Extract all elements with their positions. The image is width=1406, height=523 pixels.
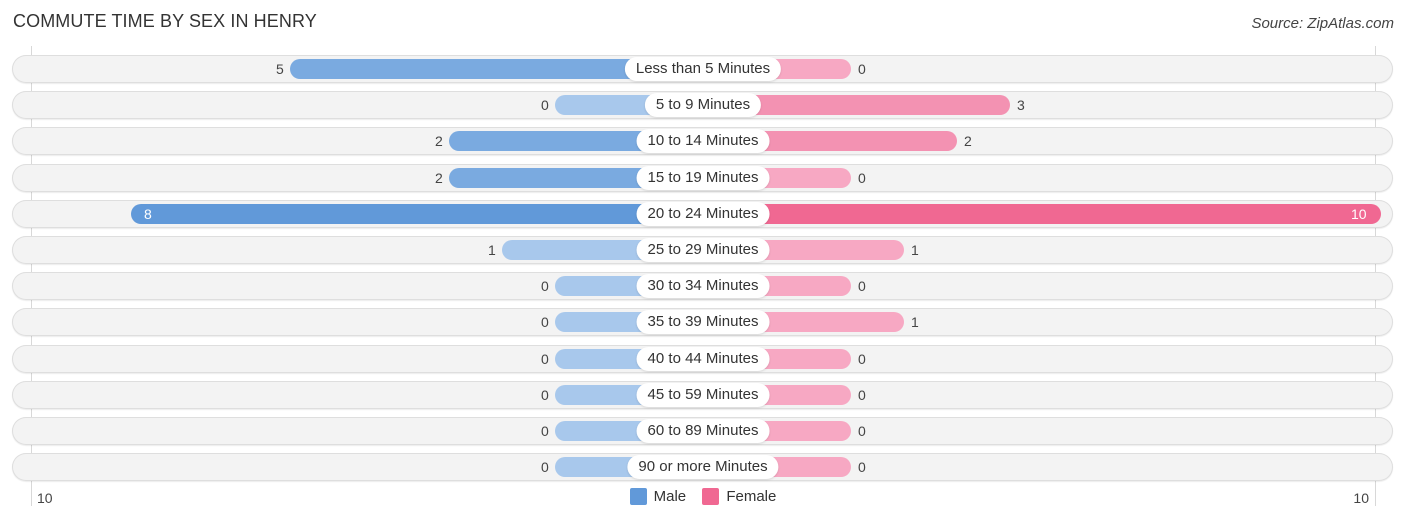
value-label-male: 0 bbox=[541, 423, 549, 439]
value-label-female: 1 bbox=[911, 242, 919, 258]
value-label-male: 2 bbox=[435, 169, 443, 186]
value-label-male: 0 bbox=[541, 386, 549, 403]
category-label: 30 to 34 Minutes bbox=[636, 274, 770, 299]
category-label: 15 to 19 Minutes bbox=[636, 165, 770, 190]
value-label-female: 1 bbox=[911, 314, 919, 331]
chart-title: COMMUTE TIME BY SEX IN HENRY bbox=[13, 11, 317, 31]
value-label-female: 3 bbox=[1017, 97, 1025, 114]
legend-item-female[interactable]: Female bbox=[702, 488, 776, 505]
legend-label-male: Male bbox=[653, 488, 687, 505]
legend-swatch-female bbox=[702, 488, 720, 505]
legend-label-female: Female bbox=[726, 488, 777, 505]
category-label: 20 to 24 Minutes bbox=[636, 201, 770, 226]
category-label: 10 to 14 Minutes bbox=[636, 129, 770, 154]
value-label-female: 0 bbox=[858, 169, 866, 186]
value-label-male: 0 bbox=[541, 97, 549, 114]
value-label-male: 0 bbox=[541, 350, 549, 367]
value-label-female: 0 bbox=[858, 459, 866, 476]
value-label-male: 8 bbox=[144, 205, 152, 222]
legend-swatch-male bbox=[629, 488, 647, 505]
category-label: 35 to 39 Minutes bbox=[636, 310, 770, 335]
bar-male[interactable] bbox=[131, 203, 703, 224]
value-label-male: 0 bbox=[541, 314, 549, 331]
bar-female[interactable] bbox=[703, 203, 1381, 224]
value-label-female: 0 bbox=[858, 386, 866, 403]
value-label-female: 0 bbox=[858, 423, 866, 439]
value-label-male: 0 bbox=[541, 459, 549, 476]
category-label: 40 to 44 Minutes bbox=[636, 346, 770, 371]
source-label: Source: ZipAtlas.com bbox=[1251, 15, 1394, 32]
value-label-male: 0 bbox=[541, 278, 549, 295]
value-label-male: 5 bbox=[276, 61, 284, 77]
value-label-female: 0 bbox=[858, 278, 866, 295]
legend: Male Female bbox=[0, 488, 1406, 509]
category-label: 5 to 9 Minutes bbox=[644, 93, 762, 118]
legend-item-male[interactable]: Male bbox=[629, 488, 687, 505]
category-label: 60 to 89 Minutes bbox=[636, 419, 770, 443]
value-label-female: 0 bbox=[858, 350, 866, 367]
category-label: 45 to 59 Minutes bbox=[636, 382, 770, 407]
value-label-male: 1 bbox=[488, 242, 496, 258]
value-label-female: 10 bbox=[1351, 205, 1367, 222]
category-label: 25 to 29 Minutes bbox=[636, 238, 770, 262]
category-label: 90 or more Minutes bbox=[627, 455, 779, 480]
value-label-female: 0 bbox=[858, 61, 866, 77]
value-label-female: 2 bbox=[964, 133, 972, 150]
value-label-male: 2 bbox=[435, 133, 443, 150]
category-label: Less than 5 Minutes bbox=[624, 57, 782, 81]
